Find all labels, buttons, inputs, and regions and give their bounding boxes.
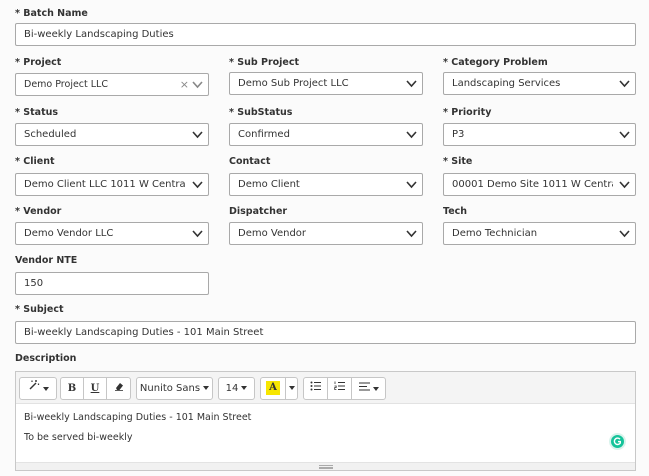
sub-project-value: Demo Sub Project LLC bbox=[238, 78, 349, 89]
font-family-value: Nunito Sans bbox=[139, 383, 201, 394]
priority-label: * Priority bbox=[443, 107, 492, 118]
client-value: Demo Client LLC 1011 W Central I bbox=[24, 179, 186, 190]
editor-resize-handle[interactable] bbox=[16, 462, 635, 470]
project-value: Demo Project LLC bbox=[24, 79, 108, 90]
description-label: Description bbox=[15, 353, 77, 364]
numbered-list-icon bbox=[333, 378, 346, 399]
dispatcher-select[interactable]: Demo Vendor bbox=[229, 222, 423, 245]
dispatcher-label: Dispatcher bbox=[229, 206, 288, 217]
subject-label: * Subject bbox=[15, 304, 64, 315]
grip-icon bbox=[319, 465, 333, 469]
clear-icon[interactable]: × bbox=[180, 74, 189, 95]
font-family-dropdown[interactable]: Nunito Sans bbox=[136, 377, 213, 400]
grammarly-icon[interactable] bbox=[609, 433, 626, 450]
tech-label: Tech bbox=[443, 206, 468, 217]
chevron-down-icon bbox=[406, 180, 417, 189]
editor-content[interactable]: Bi-weekly Landscaping Duties - 101 Main … bbox=[24, 412, 251, 452]
chevron-down-icon bbox=[192, 80, 203, 89]
paragraph-align-dropdown[interactable] bbox=[351, 377, 386, 400]
underline-button[interactable]: U bbox=[83, 377, 107, 400]
status-label: * Status bbox=[15, 107, 59, 118]
category-problem-select[interactable]: Landscaping Services bbox=[443, 72, 636, 95]
caret-down-icon bbox=[288, 386, 295, 390]
caret-down-icon bbox=[203, 386, 210, 390]
font-size-value: 14 bbox=[225, 383, 239, 394]
client-label: * Client bbox=[15, 156, 55, 167]
substatus-select[interactable]: Confirmed bbox=[229, 123, 423, 146]
contact-select[interactable]: Demo Client bbox=[229, 173, 423, 196]
vendor-label: * Vendor bbox=[15, 206, 62, 217]
chevron-down-icon bbox=[192, 130, 203, 139]
batch-name-input[interactable]: Bi-weekly Landscaping Duties bbox=[15, 23, 636, 46]
tech-value: Demo Technician bbox=[452, 228, 538, 239]
editor-toolbar: B U Nunito Sans 14 A bbox=[16, 372, 635, 404]
eraser-icon bbox=[114, 378, 124, 399]
chevron-down-icon bbox=[192, 229, 203, 238]
batch-name-label: * Batch Name bbox=[15, 8, 88, 19]
vendor-select[interactable]: Demo Vendor LLC bbox=[15, 222, 209, 245]
dispatcher-value: Demo Vendor bbox=[238, 228, 307, 239]
contact-value: Demo Client bbox=[238, 179, 300, 190]
chevron-down-icon bbox=[406, 229, 417, 238]
bulleted-list-button[interactable] bbox=[303, 377, 328, 400]
caret-down-icon bbox=[42, 386, 49, 391]
status-select[interactable]: Scheduled bbox=[15, 123, 209, 146]
category-problem-label: * Category Problem bbox=[443, 57, 548, 68]
text-color-button[interactable]: A bbox=[260, 377, 286, 400]
chevron-down-icon bbox=[619, 229, 630, 238]
site-value: 00001 Demo Site 1011 W Central bbox=[452, 179, 613, 190]
bold-button[interactable]: B bbox=[60, 377, 84, 400]
subject-value: Bi-weekly Landscaping Duties - 101 Main … bbox=[24, 327, 264, 338]
site-select[interactable]: 00001 Demo Site 1011 W Central bbox=[443, 173, 636, 196]
editor-line: To be served bi-weekly bbox=[24, 432, 133, 443]
vendor-value: Demo Vendor LLC bbox=[24, 228, 114, 239]
chevron-down-icon bbox=[406, 130, 417, 139]
contact-label: Contact bbox=[229, 156, 271, 167]
project-select[interactable]: Demo Project LLC × bbox=[15, 73, 209, 96]
category-problem-value: Landscaping Services bbox=[452, 78, 561, 89]
subject-input[interactable]: Bi-weekly Landscaping Duties - 101 Main … bbox=[15, 321, 636, 344]
priority-select[interactable]: P3 bbox=[443, 123, 636, 146]
sub-project-select[interactable]: Demo Sub Project LLC bbox=[229, 72, 423, 95]
chevron-down-icon bbox=[619, 180, 630, 189]
substatus-value: Confirmed bbox=[238, 129, 290, 140]
text-color-dropdown[interactable] bbox=[285, 377, 298, 400]
caret-down-icon bbox=[372, 386, 379, 391]
client-select[interactable]: Demo Client LLC 1011 W Central I bbox=[15, 173, 209, 196]
chevron-down-icon bbox=[192, 180, 203, 189]
numbered-list-button[interactable] bbox=[327, 377, 352, 400]
project-label: * Project bbox=[15, 57, 62, 68]
font-size-dropdown[interactable]: 14 bbox=[218, 377, 255, 400]
status-value: Scheduled bbox=[24, 129, 77, 140]
editor-line: Bi-weekly Landscaping Duties - 101 Main … bbox=[24, 412, 252, 423]
batch-name-value: Bi-weekly Landscaping Duties bbox=[24, 29, 174, 40]
chevron-down-icon bbox=[619, 130, 630, 139]
bulleted-list-icon bbox=[310, 378, 322, 399]
chevron-down-icon bbox=[406, 79, 417, 88]
magic-wand-button[interactable] bbox=[19, 377, 57, 400]
priority-value: P3 bbox=[452, 129, 465, 140]
chevron-down-icon bbox=[619, 79, 630, 88]
tech-select[interactable]: Demo Technician bbox=[443, 222, 636, 245]
description-editor[interactable]: B U Nunito Sans 14 A Bi-weekly Landscapi… bbox=[15, 371, 636, 471]
site-label: * Site bbox=[443, 156, 473, 167]
clear-format-button[interactable] bbox=[106, 377, 131, 400]
caret-down-icon bbox=[241, 386, 248, 390]
vendor-nte-value: 150 bbox=[24, 278, 44, 289]
vendor-nte-label: Vendor NTE bbox=[15, 255, 78, 266]
text-color-icon: A bbox=[266, 381, 280, 395]
substatus-label: * SubStatus bbox=[229, 107, 293, 118]
align-left-icon bbox=[358, 378, 370, 399]
vendor-nte-input[interactable]: 150 bbox=[15, 272, 209, 295]
magic-wand-icon bbox=[28, 378, 40, 399]
sub-project-label: * Sub Project bbox=[229, 57, 300, 68]
